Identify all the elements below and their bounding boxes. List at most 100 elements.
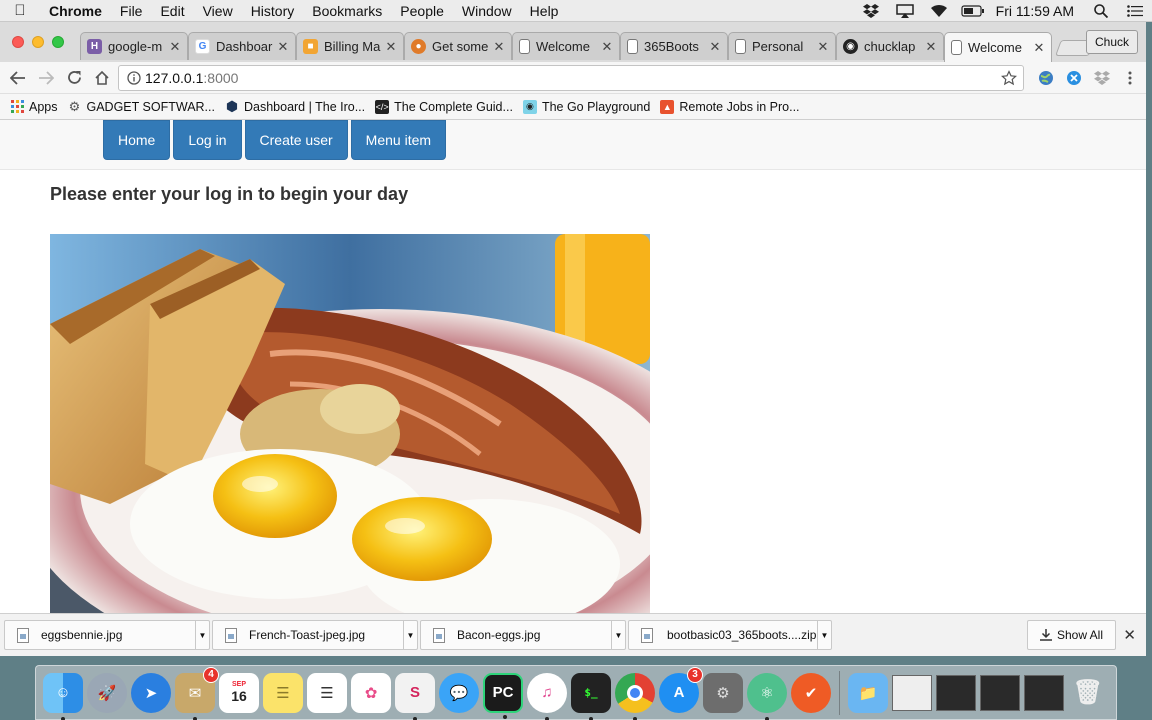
menu-app-name[interactable]: Chrome	[40, 3, 111, 19]
safari-icon[interactable]: ➤	[131, 672, 171, 713]
spotlight-search-icon[interactable]	[1084, 0, 1118, 22]
trash-icon[interactable]: 🗑	[1068, 673, 1108, 713]
menu-edit[interactable]: Edit	[151, 3, 193, 19]
home-button[interactable]	[88, 64, 116, 92]
globe-extension-icon[interactable]	[1032, 64, 1060, 92]
window-minimize-button[interactable]	[32, 36, 44, 48]
itunes-icon[interactable]: ♫	[527, 672, 567, 720]
bookmark-complete-guide[interactable]: </> The Complete Guid...	[375, 99, 513, 114]
airplay-icon[interactable]	[888, 0, 922, 22]
apple-menu-icon[interactable]: 	[0, 2, 40, 19]
downloads-folder-icon[interactable]: 📁	[848, 672, 888, 713]
notes-icon[interactable]: ☰	[263, 672, 303, 713]
messages-icon[interactable]: 💬	[439, 672, 479, 713]
tab-close-icon[interactable]: ✕	[385, 39, 397, 55]
pycharm-icon[interactable]: PC	[483, 672, 523, 719]
bookmark-go-playground[interactable]: ◉ The Go Playground	[522, 99, 650, 114]
tab-close-icon[interactable]: ✕	[925, 39, 937, 55]
tab-close-icon[interactable]: ✕	[493, 39, 505, 55]
tab-dashboard[interactable]: G Dashboar ✕	[188, 32, 296, 60]
tab-close-icon[interactable]: ✕	[1033, 40, 1045, 56]
tab-close-icon[interactable]: ✕	[817, 39, 829, 55]
running-indicator	[61, 716, 65, 720]
tab-close-icon[interactable]: ✕	[277, 39, 289, 55]
tab-365boots[interactable]: 365Boots ✕	[620, 32, 728, 60]
tab-chucklap[interactable]: ◉ chucklap ✕	[836, 32, 944, 60]
bookmark-gadget-software[interactable]: ⚙ GADGET SOFTWAR...	[68, 99, 215, 114]
slack-icon[interactable]: S	[395, 672, 435, 720]
forward-button[interactable]	[32, 64, 60, 92]
finder-icon[interactable]: ☺	[43, 672, 83, 720]
battery-icon[interactable]	[956, 0, 990, 22]
launchpad-icon[interactable]: 🚀	[87, 672, 127, 713]
chevron-down-icon[interactable]: ▼	[403, 621, 417, 649]
tab-close-icon[interactable]: ✕	[601, 39, 613, 55]
dropbox-extension-icon[interactable]	[1088, 64, 1116, 92]
menu-view[interactable]: View	[194, 3, 242, 19]
reminders-icon[interactable]: ☰	[307, 672, 347, 713]
bookmark-label: Remote Jobs in Pro...	[679, 99, 800, 114]
download-item[interactable]: Bacon-eggs.jpg ▼	[420, 620, 626, 650]
app-store-icon[interactable]: A3	[659, 666, 703, 713]
back-button[interactable]	[4, 64, 32, 92]
menu-file[interactable]: File	[111, 3, 152, 19]
calendar-icon[interactable]: SEP 16	[219, 672, 259, 713]
minimized-window-thumbnail[interactable]	[1024, 674, 1064, 711]
menu-history[interactable]: History	[242, 3, 304, 19]
nav-create-user-button[interactable]: Create user	[244, 120, 348, 160]
compass-extension-icon[interactable]	[1060, 64, 1088, 92]
address-bar[interactable]: 127.0.0.1:8000	[118, 64, 1024, 91]
tab-welcome-active[interactable]: Welcome ✕	[944, 32, 1052, 62]
chevron-down-icon[interactable]: ▼	[195, 621, 209, 649]
chevron-down-icon[interactable]: ▼	[611, 621, 625, 649]
bookmark-remote-jobs[interactable]: ▲ Remote Jobs in Pro...	[660, 99, 800, 114]
tab-get-some[interactable]: ● Get some ✕	[404, 32, 512, 60]
tab-google-m[interactable]: H google-m ✕	[80, 32, 188, 60]
terminal-icon[interactable]: $_	[571, 672, 611, 720]
dropbox-status-icon[interactable]	[854, 0, 888, 22]
tab-close-icon[interactable]: ✕	[709, 39, 721, 55]
tab-close-icon[interactable]: ✕	[169, 39, 181, 55]
mail-icon[interactable]: ✉ 4	[175, 666, 219, 720]
bookmark-apps[interactable]: Apps	[10, 100, 58, 114]
window-zoom-button[interactable]	[52, 36, 64, 48]
info-icon[interactable]	[127, 70, 141, 85]
nav-home-button[interactable]: Home	[103, 120, 171, 160]
chrome-menu-icon[interactable]	[1116, 64, 1144, 92]
bookmark-star-icon[interactable]	[1001, 69, 1017, 86]
menu-people[interactable]: People	[391, 3, 453, 19]
minimized-window-thumbnail[interactable]	[892, 674, 932, 711]
chrome-icon[interactable]	[615, 672, 655, 720]
download-item[interactable]: French-Toast-jpeg.jpg ▼	[212, 620, 418, 650]
download-item[interactable]: bootbasic03_365boots....zip ▼	[628, 620, 832, 650]
show-all-downloads-button[interactable]: Show All	[1026, 620, 1116, 650]
menubar-clock[interactable]: Fri 11:59 AM	[990, 3, 1084, 19]
atom-icon[interactable]: ⚛	[747, 672, 787, 720]
minimized-window-thumbnail[interactable]	[980, 674, 1020, 711]
wifi-icon[interactable]	[922, 0, 956, 22]
system-preferences-icon[interactable]: ⚙	[703, 672, 743, 713]
tab-billing[interactable]: ■ Billing Ma ✕	[296, 32, 404, 60]
nav-login-button[interactable]: Log in	[173, 120, 242, 160]
profile-button[interactable]: Chuck	[1085, 30, 1138, 54]
window-close-button[interactable]	[12, 36, 24, 48]
menu-window[interactable]: Window	[453, 3, 521, 19]
tab-welcome-1[interactable]: Welcome ✕	[512, 32, 620, 60]
menu-help[interactable]: Help	[521, 3, 568, 19]
running-indicator	[413, 716, 417, 720]
download-item[interactable]: eggsbennie.jpg ▼	[4, 620, 210, 650]
photos-icon[interactable]: ✿	[351, 672, 391, 713]
chevron-down-icon[interactable]: ▼	[817, 621, 831, 649]
notification-center-icon[interactable]	[1118, 0, 1152, 22]
reload-button[interactable]	[60, 64, 88, 92]
nav-menu-item-button[interactable]: Menu item	[350, 120, 447, 160]
menu-bookmarks[interactable]: Bookmarks	[303, 3, 391, 19]
tab-title: Welcome	[536, 39, 590, 54]
tab-personal[interactable]: Personal ✕	[728, 32, 836, 60]
close-icon[interactable]: ✕	[1123, 626, 1136, 644]
bookmark-dashboard-iron[interactable]: ⬢ Dashboard | The Iro...	[225, 98, 365, 114]
postman-icon[interactable]: ✔	[791, 672, 831, 713]
minimized-window-thumbnail[interactable]	[936, 674, 976, 711]
document-favicon-icon	[951, 40, 962, 55]
url-text[interactable]: 127.0.0.1:8000	[145, 70, 238, 86]
